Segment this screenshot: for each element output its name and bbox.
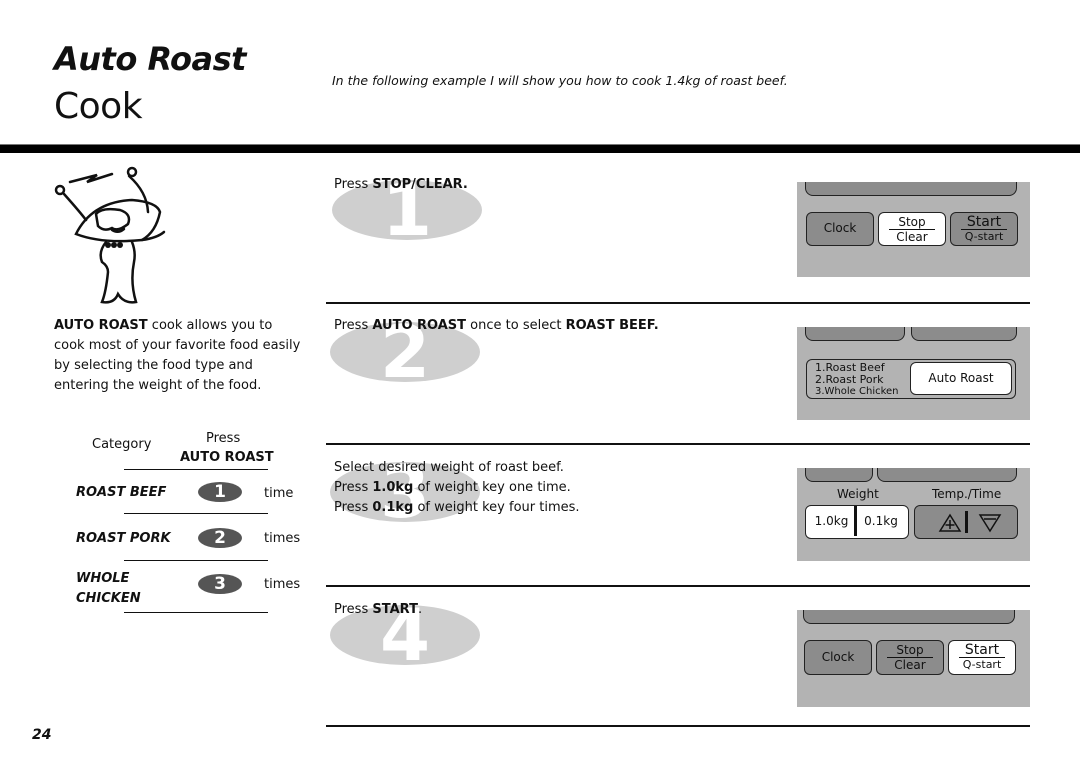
table-divider (124, 612, 268, 613)
press-count-badge: 1 (198, 482, 242, 502)
step-divider (326, 443, 1030, 445)
table-header-press-key: AUTO ROAST (180, 450, 274, 465)
press-unit: time (264, 486, 294, 501)
panel-top-strip (805, 327, 905, 341)
step-divider (326, 585, 1030, 587)
table-header-press: Press (206, 431, 241, 446)
panel-top-strip (805, 182, 1017, 196)
clock-button[interactable]: Clock (806, 212, 874, 246)
triangle-down-minus-icon[interactable] (978, 514, 1002, 533)
weight-keys: 1.0kg 0.1kg (805, 505, 909, 539)
step-divider (326, 725, 1030, 727)
table-row-category: CHICKEN (76, 591, 141, 606)
auto-roast-group: 1.Roast Beef 2.Roast Pork 3.Whole Chicke… (806, 359, 1016, 399)
start-button[interactable]: Start Q-start (950, 212, 1018, 246)
step-3-text: Select desired weight of roast beef. Pre… (334, 458, 580, 518)
step-3-line: Press 0.1kg of weight key four times. (334, 500, 580, 515)
table-row-category: ROAST BEEF (76, 485, 167, 500)
table-divider (124, 560, 268, 561)
table-header-category: Category (92, 437, 152, 452)
step-divider (326, 302, 1030, 304)
step-4-text: Press START. (334, 602, 423, 617)
description: AUTO ROAST cook allows you to cook most … (54, 316, 304, 396)
step-3-line: Select desired weight of roast beef. (334, 460, 564, 475)
control-panel-step-2: 1.Roast Beef 2.Roast Pork 3.Whole Chicke… (797, 327, 1030, 420)
auto-roast-menu: 1.Roast Beef 2.Roast Pork 3.Whole Chicke… (815, 362, 899, 398)
table-divider (124, 513, 268, 514)
triangle-up-plus-icon[interactable] (938, 513, 962, 532)
control-panel-step-3: Weight Temp./Time 1.0kg 0.1kg (797, 468, 1030, 561)
page-title: Auto Roast (54, 40, 246, 78)
intro-text: In the following example I will show you… (332, 73, 788, 88)
page-number: 24 (32, 727, 52, 743)
header-divider (0, 144, 1080, 153)
step-3-line: Press 1.0kg of weight key one time. (334, 480, 571, 495)
table-row-category: ROAST PORK (76, 531, 171, 546)
press-unit: times (264, 577, 301, 592)
panel-top-strip (803, 610, 1015, 624)
menu-item: 3.Whole Chicken (815, 386, 899, 397)
weight-1kg-button[interactable]: 1.0kg (809, 506, 857, 536)
page-subtitle: Cook (54, 86, 143, 127)
table-row-category: WHOLE (76, 571, 130, 586)
weight-01kg-button[interactable]: 0.1kg (857, 506, 905, 536)
separator (965, 511, 968, 533)
auto-roast-button[interactable]: Auto Roast (910, 362, 1012, 395)
press-unit: times (264, 531, 301, 546)
temp-time-label: Temp./Time (932, 487, 1002, 501)
step-2-text: Press AUTO ROAST once to select ROAST BE… (334, 318, 659, 333)
press-count-badge: 2 (198, 528, 242, 548)
clock-button[interactable]: Clock (804, 640, 872, 675)
temp-time-arrows (938, 511, 1002, 533)
panel-top-strip (877, 468, 1017, 482)
table-divider (124, 469, 268, 470)
panel-top-strip (805, 468, 873, 482)
stop-clear-button[interactable]: Stop Clear (878, 212, 946, 246)
control-panel-step-4: Clock Stop Clear Start Q-start (797, 610, 1030, 707)
mascot-illustration (54, 166, 166, 304)
weight-label: Weight (837, 487, 879, 501)
temp-time-keys (914, 505, 1018, 539)
stop-clear-button[interactable]: Stop Clear (876, 640, 944, 675)
control-panel-step-1: Clock Stop Clear Start Q-start (797, 182, 1030, 277)
menu-item: 2.Roast Pork (815, 373, 884, 386)
panel-top-strip (911, 327, 1017, 341)
step-1-text: Press STOP/CLEAR. (334, 177, 468, 192)
press-count-badge: 3 (198, 574, 242, 594)
start-button[interactable]: Start Q-start (948, 640, 1016, 675)
description-keyword: AUTO ROAST (54, 318, 148, 333)
